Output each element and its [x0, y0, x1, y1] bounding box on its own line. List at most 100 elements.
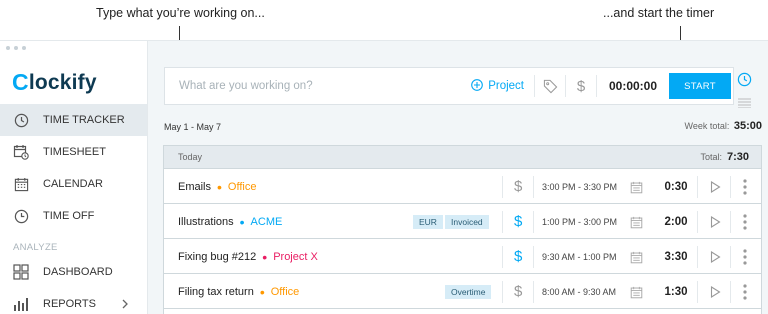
calendar-icon: [13, 176, 29, 192]
day-header: Today Total: 7:30: [164, 146, 761, 169]
sidebar-item-label: REPORTS: [43, 298, 96, 310]
week-range: May 1 - May 7: [164, 122, 222, 132]
project-color-dot: •: [262, 248, 268, 265]
divider: [533, 281, 534, 303]
entry-description[interactable]: Illustrations • ACME: [178, 215, 282, 229]
entry-duration[interactable]: 2:00: [660, 216, 692, 228]
divider: [697, 211, 698, 233]
project-picker-label: Project: [488, 80, 524, 92]
divider: [697, 281, 698, 303]
day-group-today: Today Total: 7:30 Emails • Office $ 3:00 …: [163, 145, 762, 314]
more-options-icon[interactable]: [743, 284, 747, 303]
dashboard-icon: [13, 264, 29, 280]
entry-project[interactable]: Office: [271, 286, 300, 298]
divider: [730, 281, 731, 303]
entry-project[interactable]: Office: [228, 181, 257, 193]
entry-project[interactable]: ACME: [251, 216, 283, 228]
more-options-icon[interactable]: [743, 179, 747, 198]
divider: [730, 246, 731, 268]
more-options-icon[interactable]: [743, 249, 747, 268]
sidebar-item-time-off[interactable]: TIME OFF: [0, 200, 147, 232]
clockify-logo[interactable]: Clockify: [12, 69, 97, 96]
project-color-dot: •: [259, 283, 265, 300]
sidebar-item-dashboard[interactable]: DASHBOARD: [0, 256, 147, 288]
divider: [502, 281, 503, 303]
entry-description[interactable]: Filing tax return • Office: [178, 285, 299, 299]
entry-time-range[interactable]: 8:00 AM - 9:30 AM: [542, 287, 616, 297]
day-total: Total: 7:30: [700, 151, 749, 163]
entry-duration[interactable]: 0:30: [660, 181, 692, 193]
start-timer-button[interactable]: START: [669, 73, 731, 99]
calendar-icon[interactable]: [630, 181, 643, 197]
sidebar-item-reports[interactable]: REPORTS: [0, 288, 147, 314]
sidebar-item-calendar[interactable]: CALENDAR: [0, 168, 147, 200]
week-total-value: 35:00: [733, 120, 762, 132]
divider: [502, 211, 503, 233]
calendar-icon[interactable]: [630, 286, 643, 302]
entry-duration[interactable]: 1:30: [660, 286, 692, 298]
time-entry-row[interactable]: Filing tax return • Office Overtime $ 8:…: [164, 275, 761, 309]
play-icon[interactable]: [710, 286, 721, 301]
sidebar-item-time-tracker[interactable]: TIME TRACKER: [0, 104, 147, 136]
time-entry-row[interactable]: Illustrations • ACME EUR Invoiced $ 1:00…: [164, 205, 761, 239]
entry-time-range[interactable]: 1:00 PM - 3:00 PM: [542, 217, 617, 227]
play-icon[interactable]: [710, 181, 721, 196]
timer-mode-clock-icon[interactable]: [737, 72, 753, 92]
project-color-dot: •: [239, 213, 245, 230]
tag-badge[interactable]: EUR: [413, 215, 443, 229]
calendar-icon[interactable]: [630, 216, 643, 232]
entry-project[interactable]: Project X: [273, 251, 318, 263]
manual-mode-list-icon[interactable]: [737, 95, 753, 113]
caption-type-task: Type what you’re working on...: [96, 6, 265, 20]
sidebar-item-label: TIMESHEET: [43, 146, 106, 158]
sidebar-item-label: DASHBOARD: [43, 266, 113, 278]
project-color-dot: •: [217, 178, 222, 195]
time-entry-row[interactable]: Fixing bug #212 • Project X $ 9:30 AM - …: [164, 240, 761, 274]
timesheet-icon: [13, 144, 29, 160]
section-label-analyze: ANALYZE: [13, 242, 58, 253]
clock-icon: [13, 112, 29, 128]
billable-dollar-icon[interactable]: $: [514, 178, 522, 195]
billable-dollar-icon[interactable]: $: [514, 283, 522, 300]
divider: [533, 176, 534, 198]
sidebar: Clockify TIME TRACKER TIMESHEET CALENDAR…: [0, 41, 148, 314]
divider: [533, 246, 534, 268]
sidebar-item-label: TIME TRACKER: [43, 114, 125, 126]
entry-duration[interactable]: 3:30: [660, 251, 692, 263]
sidebar-item-timesheet[interactable]: TIMESHEET: [0, 136, 147, 168]
divider: [502, 246, 503, 268]
caption-start-timer: ...and start the timer: [603, 6, 715, 20]
divider: [697, 246, 698, 268]
divider: [697, 176, 698, 198]
sidebar-item-label: CALENDAR: [43, 178, 103, 190]
divider: [730, 176, 731, 198]
week-total: Week total: 35:00: [684, 120, 762, 132]
calendar-icon[interactable]: [630, 251, 643, 267]
task-description-input[interactable]: [165, 68, 462, 104]
play-icon[interactable]: [710, 216, 721, 231]
entry-description[interactable]: Fixing bug #212 • Project X: [178, 250, 318, 264]
billable-dollar-icon[interactable]: $: [514, 248, 522, 265]
time-off-icon: [13, 208, 29, 224]
play-icon[interactable]: [710, 251, 721, 266]
mode-toggle[interactable]: [737, 72, 753, 113]
divider: [533, 211, 534, 233]
time-entry-row[interactable]: Emails • Office $ 3:00 PM - 3:30 PM 0:30: [164, 170, 761, 204]
app-window: Clockify TIME TRACKER TIMESHEET CALENDAR…: [0, 40, 768, 314]
divider: [730, 211, 731, 233]
day-total-value: 7:30: [726, 151, 749, 163]
tag-badge[interactable]: Overtime: [445, 285, 492, 299]
timer-display: 00:00:00: [608, 79, 658, 93]
billable-dollar-icon[interactable]: $: [566, 68, 596, 104]
tag-icon[interactable]: [535, 68, 565, 104]
timer-bar: Project $ 00:00:00 START: [164, 67, 734, 105]
billable-dollar-icon[interactable]: $: [514, 213, 522, 230]
entry-time-range[interactable]: 3:00 PM - 3:30 PM: [542, 182, 617, 192]
sidebar-item-label: TIME OFF: [43, 210, 95, 222]
entry-description[interactable]: Emails • Office: [178, 180, 256, 194]
more-options-icon[interactable]: [743, 214, 747, 233]
entry-time-range[interactable]: 9:30 AM - 1:00 PM: [542, 252, 617, 262]
chevron-right-icon: [122, 297, 129, 312]
project-picker-button[interactable]: Project: [461, 68, 534, 104]
tag-badge[interactable]: Invoiced: [445, 215, 489, 229]
